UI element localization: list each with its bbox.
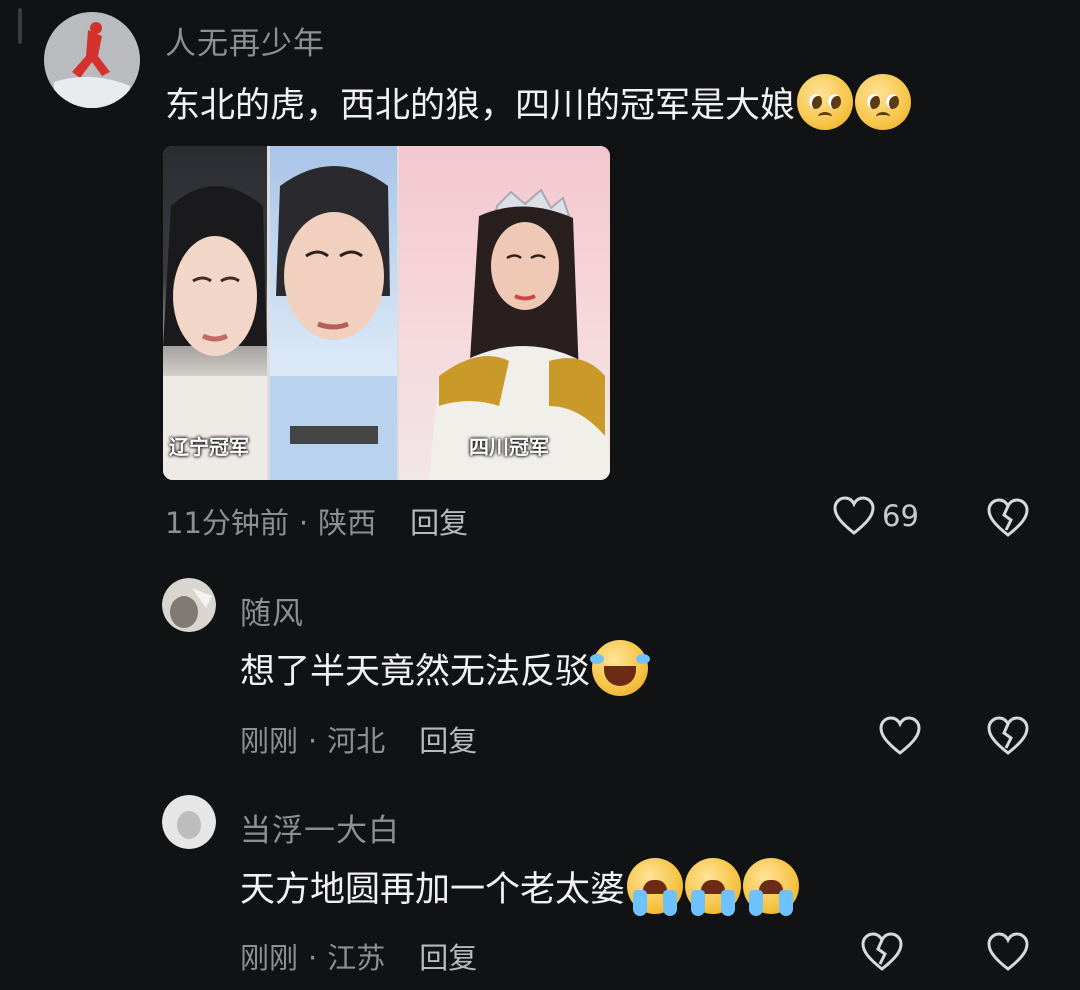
like-button[interactable]: 69 <box>832 496 919 536</box>
loudly-crying-face-icon <box>743 858 800 916</box>
portrait-illustration <box>270 166 397 480</box>
reply-button[interactable]: 回复 <box>419 941 477 975</box>
avatar-image <box>162 578 216 632</box>
image-panel-left: 辽宁冠军 <box>163 146 267 480</box>
comment-text-content: 东北的虎，西北的狼，四川的冠军是大娘 <box>165 85 796 126</box>
comment-text: 东北的虎，西北的狼，四川的冠军是大娘 <box>165 74 912 130</box>
heart-icon <box>833 496 875 535</box>
pleading-face-icon <box>797 74 854 130</box>
reply-button[interactable]: 回复 <box>410 506 468 540</box>
image-caption: 四川冠军 <box>469 435 549 459</box>
comment-text-content: 天方地圆再加一个老太婆 <box>240 869 626 910</box>
comment-text: 想了半天竟然无法反驳 <box>240 640 651 696</box>
scroll-indicator[interactable] <box>18 8 22 44</box>
separator: · <box>308 724 318 758</box>
comment-region: 河北 <box>327 724 386 758</box>
heart-icon <box>879 716 921 755</box>
reply-button[interactable]: 回复 <box>419 724 477 758</box>
image-panel-right: 四川冠军 <box>399 146 610 480</box>
comment-meta: 刚刚 · 江苏 回复 <box>240 935 477 977</box>
like-button[interactable] <box>878 716 922 756</box>
broken-heart-icon <box>987 716 1029 755</box>
comment-region: 陕西 <box>318 506 377 540</box>
comment-text-content: 想了半天竟然无法反驳 <box>240 651 591 692</box>
comment-username[interactable]: 当浮一大白 <box>240 805 400 850</box>
avatar[interactable] <box>162 578 216 632</box>
heart-icon <box>987 932 1029 971</box>
image-panel-middle <box>270 146 397 480</box>
avatar-image <box>44 12 140 108</box>
laughing-crying-face-icon <box>590 640 651 696</box>
comment-time: 11分钟前 <box>165 506 289 540</box>
comment-region: 江苏 <box>327 941 386 975</box>
comment-image[interactable]: 辽宁冠军 四川冠军 <box>163 146 610 480</box>
portrait-illustration <box>163 186 267 480</box>
comment-time: 刚刚 <box>240 941 299 975</box>
dislike-button[interactable] <box>986 716 1030 760</box>
avatar[interactable] <box>162 795 216 849</box>
like-button[interactable] <box>860 932 904 972</box>
comment-text: 天方地圆再加一个老太婆 <box>240 858 800 916</box>
comment-username[interactable]: 人无再少年 <box>165 18 325 63</box>
pleading-face-icon <box>855 74 912 130</box>
heart-icon <box>861 932 903 971</box>
comment-username[interactable]: 随风 <box>240 588 304 633</box>
portrait-illustration <box>429 188 610 480</box>
image-caption: 辽宁冠军 <box>169 435 249 459</box>
avatar-image <box>162 795 216 849</box>
like-count: 69 <box>882 499 919 533</box>
loudly-crying-face-icon <box>685 858 742 916</box>
broken-heart-icon <box>987 498 1029 537</box>
avatar[interactable] <box>44 12 140 108</box>
comment-meta: 11分钟前 · 陕西 回复 <box>165 500 468 542</box>
separator: · <box>308 941 318 975</box>
separator: · <box>298 506 309 540</box>
comment-meta: 刚刚 · 河北 回复 <box>240 718 477 760</box>
loudly-crying-face-icon <box>627 858 684 916</box>
dislike-button[interactable] <box>986 932 1030 976</box>
dislike-button[interactable] <box>986 498 1030 542</box>
comment-time: 刚刚 <box>240 724 299 758</box>
